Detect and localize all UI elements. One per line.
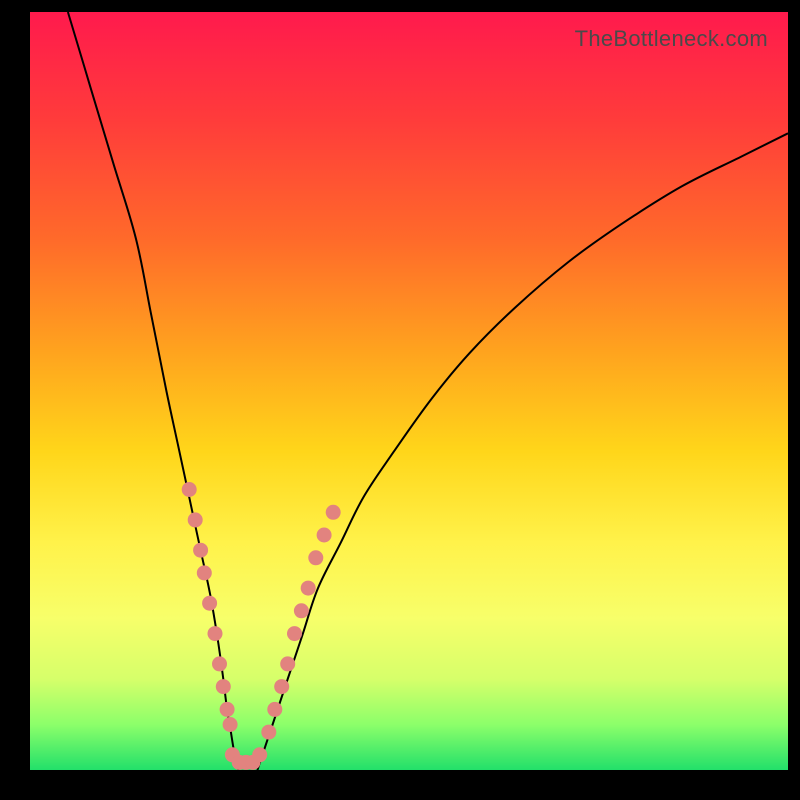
plot-area: TheBottleneck.com — [30, 12, 788, 770]
data-marker — [294, 603, 309, 618]
data-marker — [202, 596, 217, 611]
chart-svg — [30, 12, 788, 770]
data-marker — [274, 679, 289, 694]
data-marker — [212, 656, 227, 671]
data-marker — [326, 505, 341, 520]
chart-frame: TheBottleneck.com — [0, 0, 800, 800]
data-marker — [188, 512, 203, 527]
data-marker — [252, 747, 267, 762]
data-marker — [182, 482, 197, 497]
left-curve — [68, 12, 239, 770]
data-marker — [220, 702, 235, 717]
data-marker — [301, 581, 316, 596]
data-marker — [216, 679, 231, 694]
data-marker — [223, 717, 238, 732]
data-marker — [267, 702, 282, 717]
data-marker — [261, 725, 276, 740]
data-marker — [308, 550, 323, 565]
data-marker — [317, 528, 332, 543]
data-marker — [287, 626, 302, 641]
data-marker — [208, 626, 223, 641]
data-marker — [193, 543, 208, 558]
data-marker — [197, 565, 212, 580]
data-marker — [280, 656, 295, 671]
marker-layer — [182, 482, 341, 770]
right-curve — [257, 133, 788, 770]
